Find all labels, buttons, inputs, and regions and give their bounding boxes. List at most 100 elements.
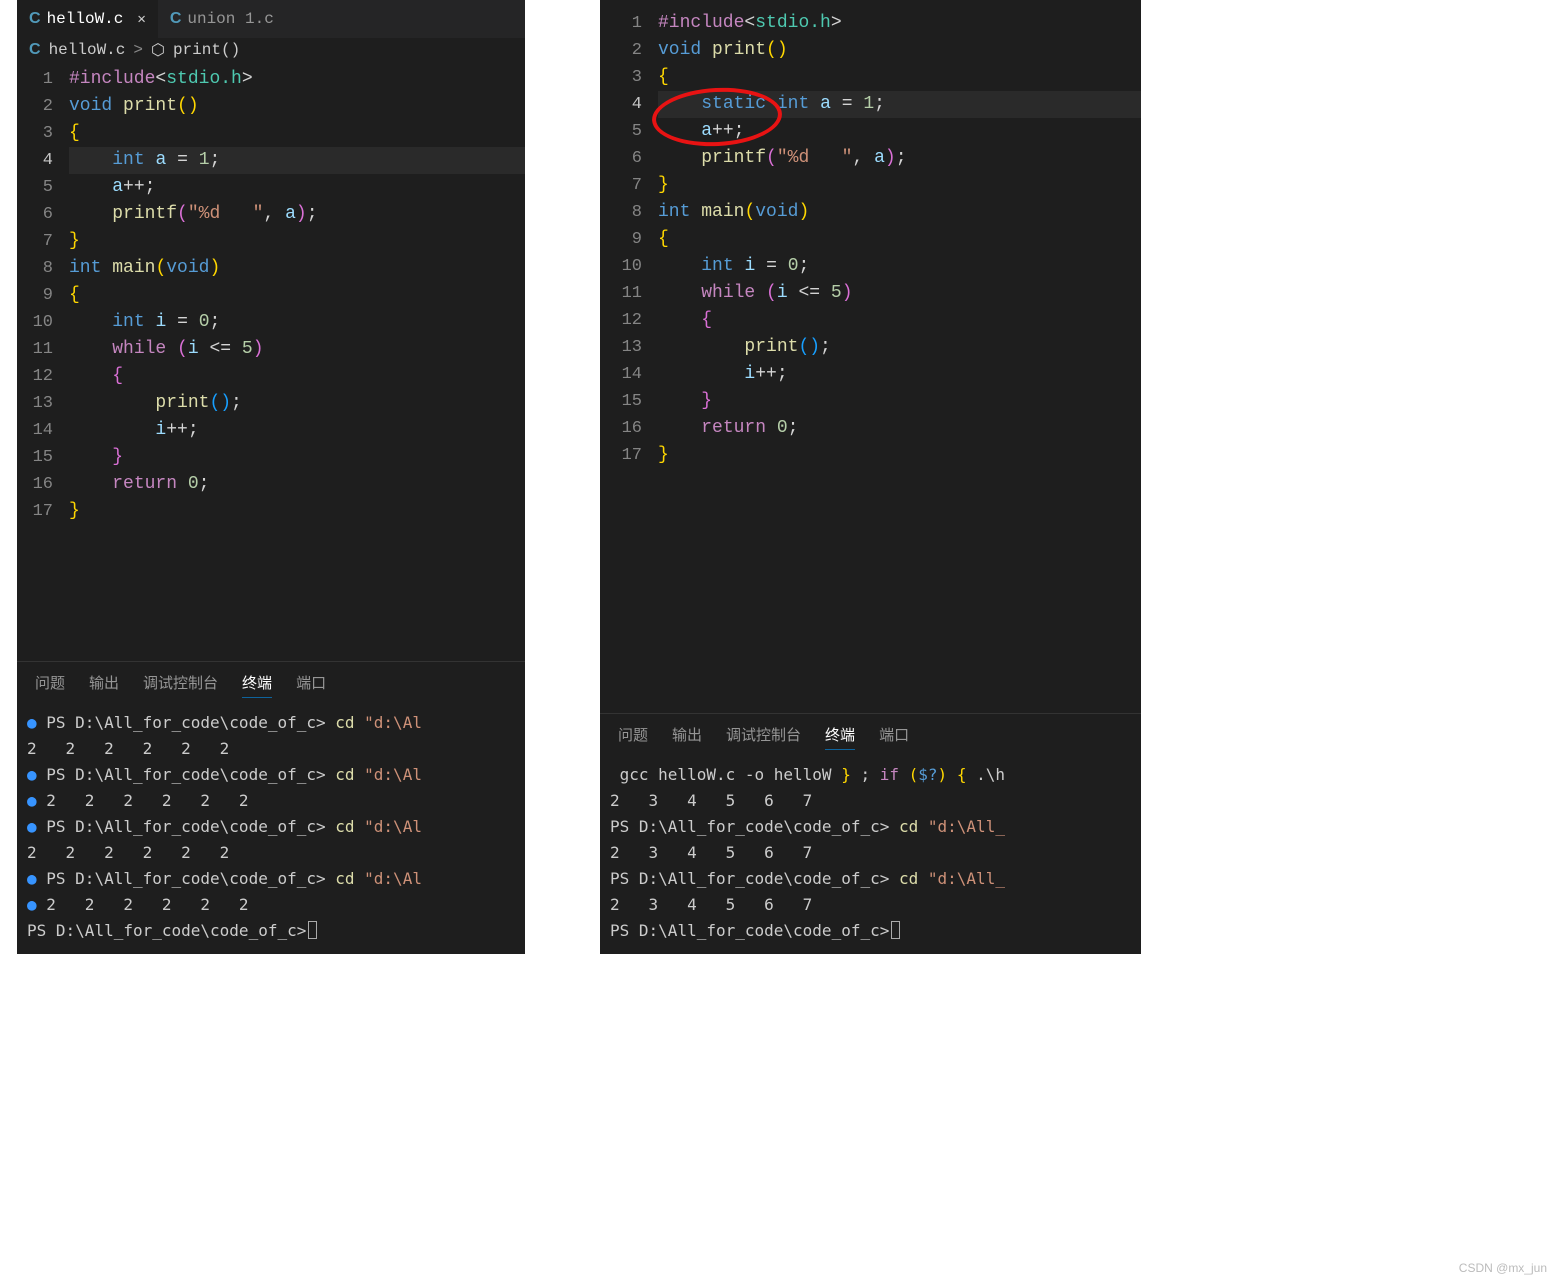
symbol-icon: ⬡ — [151, 40, 165, 60]
code-line[interactable]: int i = 0; — [658, 253, 1141, 280]
code-line[interactable]: static int a = 1; — [658, 91, 1141, 118]
code-line[interactable]: printf("%d ", a); — [658, 145, 1141, 172]
code-line[interactable]: { — [69, 363, 525, 390]
bottom-panel: 问题输出调试控制台终端端口 gcc helloW.c -o helloW } ;… — [600, 713, 1141, 954]
terminal-line: 2 3 4 5 6 7 — [610, 892, 1131, 918]
panel-tab[interactable]: 问题 — [35, 672, 65, 698]
code-line[interactable]: #include<stdio.h> — [658, 10, 1141, 37]
line-number: 13 — [600, 334, 642, 361]
panel-tab[interactable]: 调试控制台 — [143, 672, 218, 698]
code-line[interactable]: int main(void) — [69, 255, 525, 282]
line-number: 15 — [600, 388, 642, 415]
code-line[interactable]: } — [658, 442, 1141, 469]
line-number: 14 — [600, 361, 642, 388]
code-line[interactable]: while (i <= 5) — [658, 280, 1141, 307]
panel-tab[interactable]: 调试控制台 — [726, 724, 801, 750]
line-number: 12 — [600, 307, 642, 334]
code-line[interactable]: } — [69, 498, 525, 525]
line-number: 16 — [600, 415, 642, 442]
line-number: 11 — [600, 280, 642, 307]
terminal[interactable]: ● PS D:\All_for_code\code_of_c> cd "d:\A… — [17, 704, 525, 954]
code-line[interactable]: int main(void) — [658, 199, 1141, 226]
breadcrumb-sep: > — [133, 41, 143, 59]
editor-pane-left: C helloW.c ✕ C union 1.c C helloW.c > ⬡ … — [17, 0, 525, 954]
tab-inactive[interactable]: C union 1.c — [158, 0, 286, 38]
code-line[interactable]: print(); — [658, 334, 1141, 361]
terminal-line: ● 2 2 2 2 2 2 — [27, 892, 515, 918]
terminal-line: 2 2 2 2 2 2 — [27, 736, 515, 762]
line-number: 4 — [17, 147, 53, 174]
code-line[interactable]: { — [69, 282, 525, 309]
close-icon[interactable]: ✕ — [137, 11, 145, 28]
code-line[interactable]: int i = 0; — [69, 309, 525, 336]
code-line[interactable]: { — [69, 120, 525, 147]
panel-tab[interactable]: 输出 — [89, 672, 119, 698]
line-number: 15 — [17, 444, 53, 471]
terminal-line: gcc helloW.c -o helloW } ; if ($?) { .\h — [610, 762, 1131, 788]
line-number: 9 — [600, 226, 642, 253]
code-area[interactable]: #include<stdio.h>void print(){ static in… — [658, 10, 1141, 713]
line-number: 5 — [600, 118, 642, 145]
code-line[interactable]: } — [69, 228, 525, 255]
c-file-icon: C — [29, 41, 41, 59]
line-number: 3 — [17, 120, 53, 147]
terminal-line: ● PS D:\All_for_code\code_of_c> cd "d:\A… — [27, 710, 515, 736]
line-number: 10 — [600, 253, 642, 280]
code-line[interactable]: void print() — [658, 37, 1141, 64]
code-line[interactable]: { — [658, 307, 1141, 334]
terminal-line: 2 2 2 2 2 2 — [27, 840, 515, 866]
panel-tab[interactable]: 端口 — [296, 672, 326, 698]
line-gutter: 1234567891011121314151617 — [17, 66, 69, 661]
c-file-icon: C — [29, 10, 41, 28]
panel-tab[interactable]: 输出 — [672, 724, 702, 750]
code-line[interactable]: } — [658, 172, 1141, 199]
line-gutter: 1234567891011121314151617 — [600, 10, 658, 713]
code-editor[interactable]: 1234567891011121314151617 #include<stdio… — [600, 0, 1141, 713]
code-line[interactable]: void print() — [69, 93, 525, 120]
code-line[interactable]: return 0; — [69, 471, 525, 498]
panel-tab[interactable]: 问题 — [618, 724, 648, 750]
terminal[interactable]: gcc helloW.c -o helloW } ; if ($?) { .\h… — [600, 756, 1141, 954]
panel-tab[interactable]: 终端 — [242, 672, 272, 698]
tab-active[interactable]: C helloW.c ✕ — [17, 0, 158, 38]
code-line[interactable]: { — [658, 64, 1141, 91]
line-number: 17 — [600, 442, 642, 469]
breadcrumb-file: helloW.c — [49, 41, 126, 59]
code-line[interactable]: print(); — [69, 390, 525, 417]
line-number: 8 — [600, 199, 642, 226]
line-number: 11 — [17, 336, 53, 363]
code-line[interactable]: } — [658, 388, 1141, 415]
code-editor[interactable]: 1234567891011121314151617 #include<stdio… — [17, 62, 525, 661]
line-number: 9 — [17, 282, 53, 309]
code-line[interactable]: { — [658, 226, 1141, 253]
code-line[interactable]: #include<stdio.h> — [69, 66, 525, 93]
line-number: 6 — [600, 145, 642, 172]
terminal-line: PS D:\All_for_code\code_of_c> — [610, 918, 1131, 944]
terminal-line: ● PS D:\All_for_code\code_of_c> cd "d:\A… — [27, 866, 515, 892]
line-number: 4 — [600, 91, 642, 118]
code-line[interactable]: while (i <= 5) — [69, 336, 525, 363]
terminal-line: PS D:\All_for_code\code_of_c> cd "d:\All… — [610, 866, 1131, 892]
cursor-icon — [308, 921, 317, 939]
code-line[interactable]: printf("%d ", a); — [69, 201, 525, 228]
panel-tab[interactable]: 终端 — [825, 724, 855, 750]
code-line[interactable]: return 0; — [658, 415, 1141, 442]
code-line[interactable]: a++; — [69, 174, 525, 201]
code-line[interactable]: } — [69, 444, 525, 471]
panel-tab[interactable]: 端口 — [879, 724, 909, 750]
tab-label: helloW.c — [47, 10, 124, 28]
line-number: 17 — [17, 498, 53, 525]
editor-pane-right: 1234567891011121314151617 #include<stdio… — [600, 0, 1141, 954]
code-line[interactable]: i++; — [69, 417, 525, 444]
panel-tabs: 问题输出调试控制台终端端口 — [17, 662, 525, 704]
tab-bar: C helloW.c ✕ C union 1.c — [17, 0, 525, 38]
code-line[interactable]: i++; — [658, 361, 1141, 388]
breadcrumb[interactable]: C helloW.c > ⬡ print() — [17, 38, 525, 62]
code-area[interactable]: #include<stdio.h>void print(){ int a = 1… — [69, 66, 525, 661]
code-line[interactable]: int a = 1; — [69, 147, 525, 174]
line-number: 6 — [17, 201, 53, 228]
watermark: CSDN @mx_jun — [1459, 1261, 1547, 1275]
terminal-line: 2 3 4 5 6 7 — [610, 788, 1131, 814]
breadcrumb-symbol: print() — [173, 41, 240, 59]
code-line[interactable]: a++; — [658, 118, 1141, 145]
